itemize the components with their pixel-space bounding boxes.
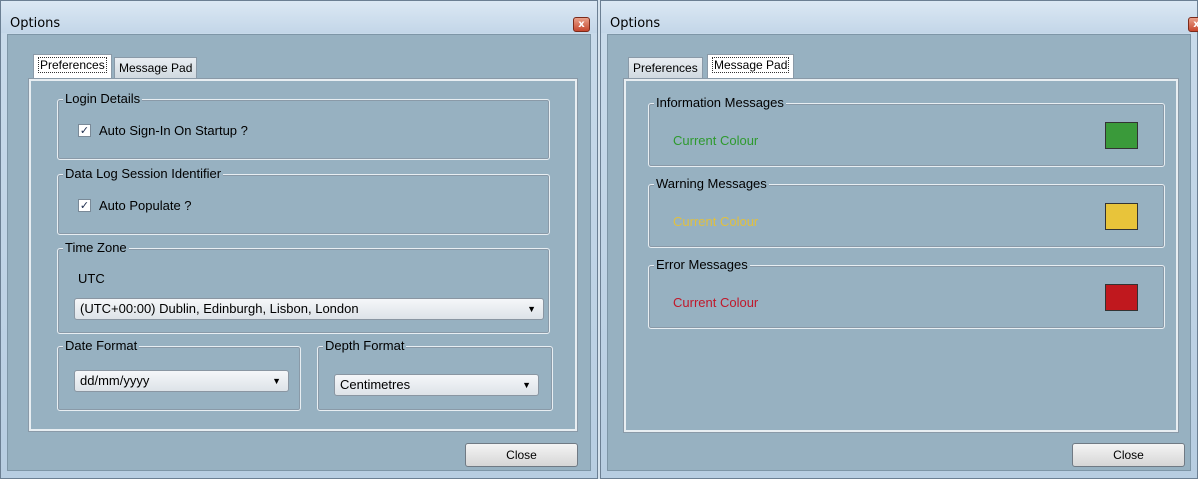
current-colour-label: Current Colour [673,133,759,148]
title-bar: Options x [1,1,597,33]
chevron-down-icon: ▼ [527,304,536,314]
group-legend: Time Zone [63,240,129,255]
login-details-group: Login Details ✓ Auto Sign-In On Startup … [57,91,550,160]
current-colour-label: Current Colour [673,214,759,229]
group-legend: Data Log Session Identifier [63,166,224,181]
group-legend: Warning Messages [654,176,769,191]
options-window-preferences: Options x Preferences Message Pad Login … [0,0,598,479]
group-legend: Date Format [63,338,140,353]
window-client-area: Preferences Message Pad Login Details ✓ … [7,34,591,471]
close-icon: x [578,19,585,30]
window-title: Options [10,16,61,31]
tab-label: Preferences [633,61,698,75]
window-close-button[interactable]: x [573,17,590,32]
current-colour-label: Current Colour [673,295,759,310]
depth-format-select[interactable]: Centimetres ▼ [334,374,539,396]
warning-colour-swatch[interactable] [1105,203,1138,230]
group-legend: Error Messages [654,257,750,272]
title-bar: Options x [601,1,1198,33]
date-format-select[interactable]: dd/mm/yyyy ▼ [74,370,289,392]
chevron-down-icon: ▼ [272,376,281,386]
close-icon: x [1193,19,1198,30]
close-button[interactable]: Close [1072,443,1185,467]
group-legend: Login Details [63,91,143,106]
select-value: Centimetres [340,377,411,392]
tab-message-pad[interactable]: Message Pad [707,54,795,78]
tab-panel: Information Messages Current Colour Warn… [623,78,1179,433]
tab-label: Message Pad [712,57,790,73]
window-close-button[interactable]: x [1188,17,1198,32]
group-legend: Information Messages [654,95,786,110]
chevron-down-icon: ▼ [522,380,531,390]
information-messages-group: Information Messages Current Colour [648,95,1165,167]
error-messages-group: Error Messages Current Colour [648,257,1165,329]
window-client-area: Preferences Message Pad Information Mess… [607,34,1191,471]
time-zone-select[interactable]: (UTC+00:00) Dublin, Edinburgh, Lisbon, L… [74,298,544,320]
close-button[interactable]: Close [465,443,578,467]
tab-message-pad[interactable]: Message Pad [114,57,198,79]
auto-populate-checkbox[interactable]: ✓ [78,199,91,212]
tab-label: Preferences [38,57,107,73]
current-time-zone: UTC [78,271,105,286]
error-colour-swatch[interactable] [1105,284,1138,311]
checkbox-label: Auto Populate ? [99,198,192,213]
depth-format-group: Depth Format Centimetres ▼ [317,338,553,411]
warning-messages-group: Warning Messages Current Colour [648,176,1165,248]
data-log-group: Data Log Session Identifier ✓ Auto Popul… [57,166,550,235]
time-zone-group: Time Zone UTC (UTC+00:00) Dublin, Edinbu… [57,240,550,334]
window-title: Options [610,16,661,31]
tab-preferences[interactable]: Preferences [33,54,112,78]
options-window-message-pad: Options x Preferences Message Pad Inform… [600,0,1198,479]
tab-label: Message Pad [119,61,193,75]
select-value: (UTC+00:00) Dublin, Edinburgh, Lisbon, L… [80,301,359,316]
select-value: dd/mm/yyyy [80,373,150,388]
checkbox-label: Auto Sign-In On Startup ? [99,123,248,138]
information-colour-swatch[interactable] [1105,122,1138,149]
date-format-group: Date Format dd/mm/yyyy ▼ [57,338,301,411]
auto-sign-in-checkbox[interactable]: ✓ [78,124,91,137]
tab-panel: Login Details ✓ Auto Sign-In On Startup … [28,78,578,432]
group-legend: Depth Format [323,338,407,353]
tab-preferences[interactable]: Preferences [628,57,703,79]
